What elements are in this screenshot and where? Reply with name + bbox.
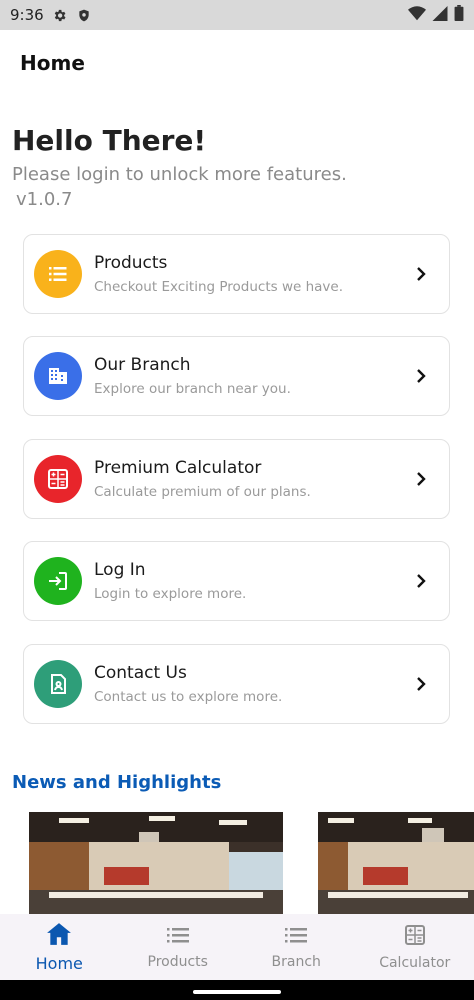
- card-subtitle: Explore our branch near you.: [94, 381, 291, 397]
- battery-icon: [454, 5, 464, 25]
- nav-home[interactable]: Home: [0, 914, 119, 980]
- premium-calculator-card[interactable]: Premium Calculator Calculate premium of …: [23, 439, 450, 519]
- nav-label: Calculator: [379, 955, 451, 971]
- news-section-title: News and Highlights: [12, 772, 222, 793]
- chevron-right-icon: [409, 262, 433, 286]
- system-navigation-bar: [0, 980, 474, 1000]
- card-title: Premium Calculator: [94, 458, 262, 478]
- contact-icon: [34, 660, 82, 708]
- card-title: Our Branch: [94, 355, 191, 375]
- calculator-icon: [34, 455, 82, 503]
- our-branch-card[interactable]: Our Branch Explore our branch near you.: [23, 336, 450, 416]
- news-image[interactable]: [29, 812, 283, 916]
- nav-branch[interactable]: Branch: [237, 914, 356, 980]
- card-subtitle: Calculate premium of our plans.: [94, 484, 311, 500]
- app-bar: Home: [0, 30, 474, 96]
- page-title: Home: [20, 51, 85, 75]
- card-subtitle: Contact us to explore more.: [94, 689, 283, 705]
- version-label: v1.0.7: [16, 189, 73, 210]
- wifi-icon: [408, 5, 426, 25]
- news-image[interactable]: [318, 812, 474, 916]
- building-icon: [34, 352, 82, 400]
- chevron-right-icon: [409, 364, 433, 388]
- status-bar: 9:36: [0, 0, 474, 30]
- settings-gear-icon: [52, 7, 68, 23]
- login-prompt-text: Please login to unlock more features.: [12, 164, 347, 185]
- list-icon: [284, 924, 308, 950]
- chevron-right-icon: [409, 467, 433, 491]
- nav-label: Home: [35, 953, 83, 973]
- list-icon: [166, 924, 190, 950]
- calculator-icon: [403, 923, 427, 951]
- bottom-navigation: Home Products Branch Calculator: [0, 914, 474, 980]
- card-title: Contact Us: [94, 663, 187, 683]
- cellular-signal-icon: [432, 5, 448, 25]
- nav-label: Branch: [271, 954, 321, 970]
- card-subtitle: Checkout Exciting Products we have.: [94, 279, 343, 295]
- products-card[interactable]: Products Checkout Exciting Products we h…: [23, 234, 450, 314]
- card-subtitle: Login to explore more.: [94, 586, 247, 602]
- home-icon: [46, 922, 72, 950]
- card-title: Products: [94, 253, 168, 273]
- greeting-heading: Hello There!: [12, 124, 207, 157]
- shield-icon: [76, 7, 92, 23]
- list-icon: [34, 250, 82, 298]
- nav-label: Products: [147, 954, 208, 970]
- card-title: Log In: [94, 560, 146, 580]
- chevron-right-icon: [409, 672, 433, 696]
- status-time: 9:36: [10, 6, 44, 24]
- chevron-right-icon: [409, 569, 433, 593]
- nav-products[interactable]: Products: [119, 914, 238, 980]
- login-icon: [34, 557, 82, 605]
- contact-us-card[interactable]: Contact Us Contact us to explore more.: [23, 644, 450, 724]
- home-gesture-handle[interactable]: [193, 990, 281, 994]
- nav-calculator[interactable]: Calculator: [356, 914, 474, 980]
- log-in-card[interactable]: Log In Login to explore more.: [23, 541, 450, 621]
